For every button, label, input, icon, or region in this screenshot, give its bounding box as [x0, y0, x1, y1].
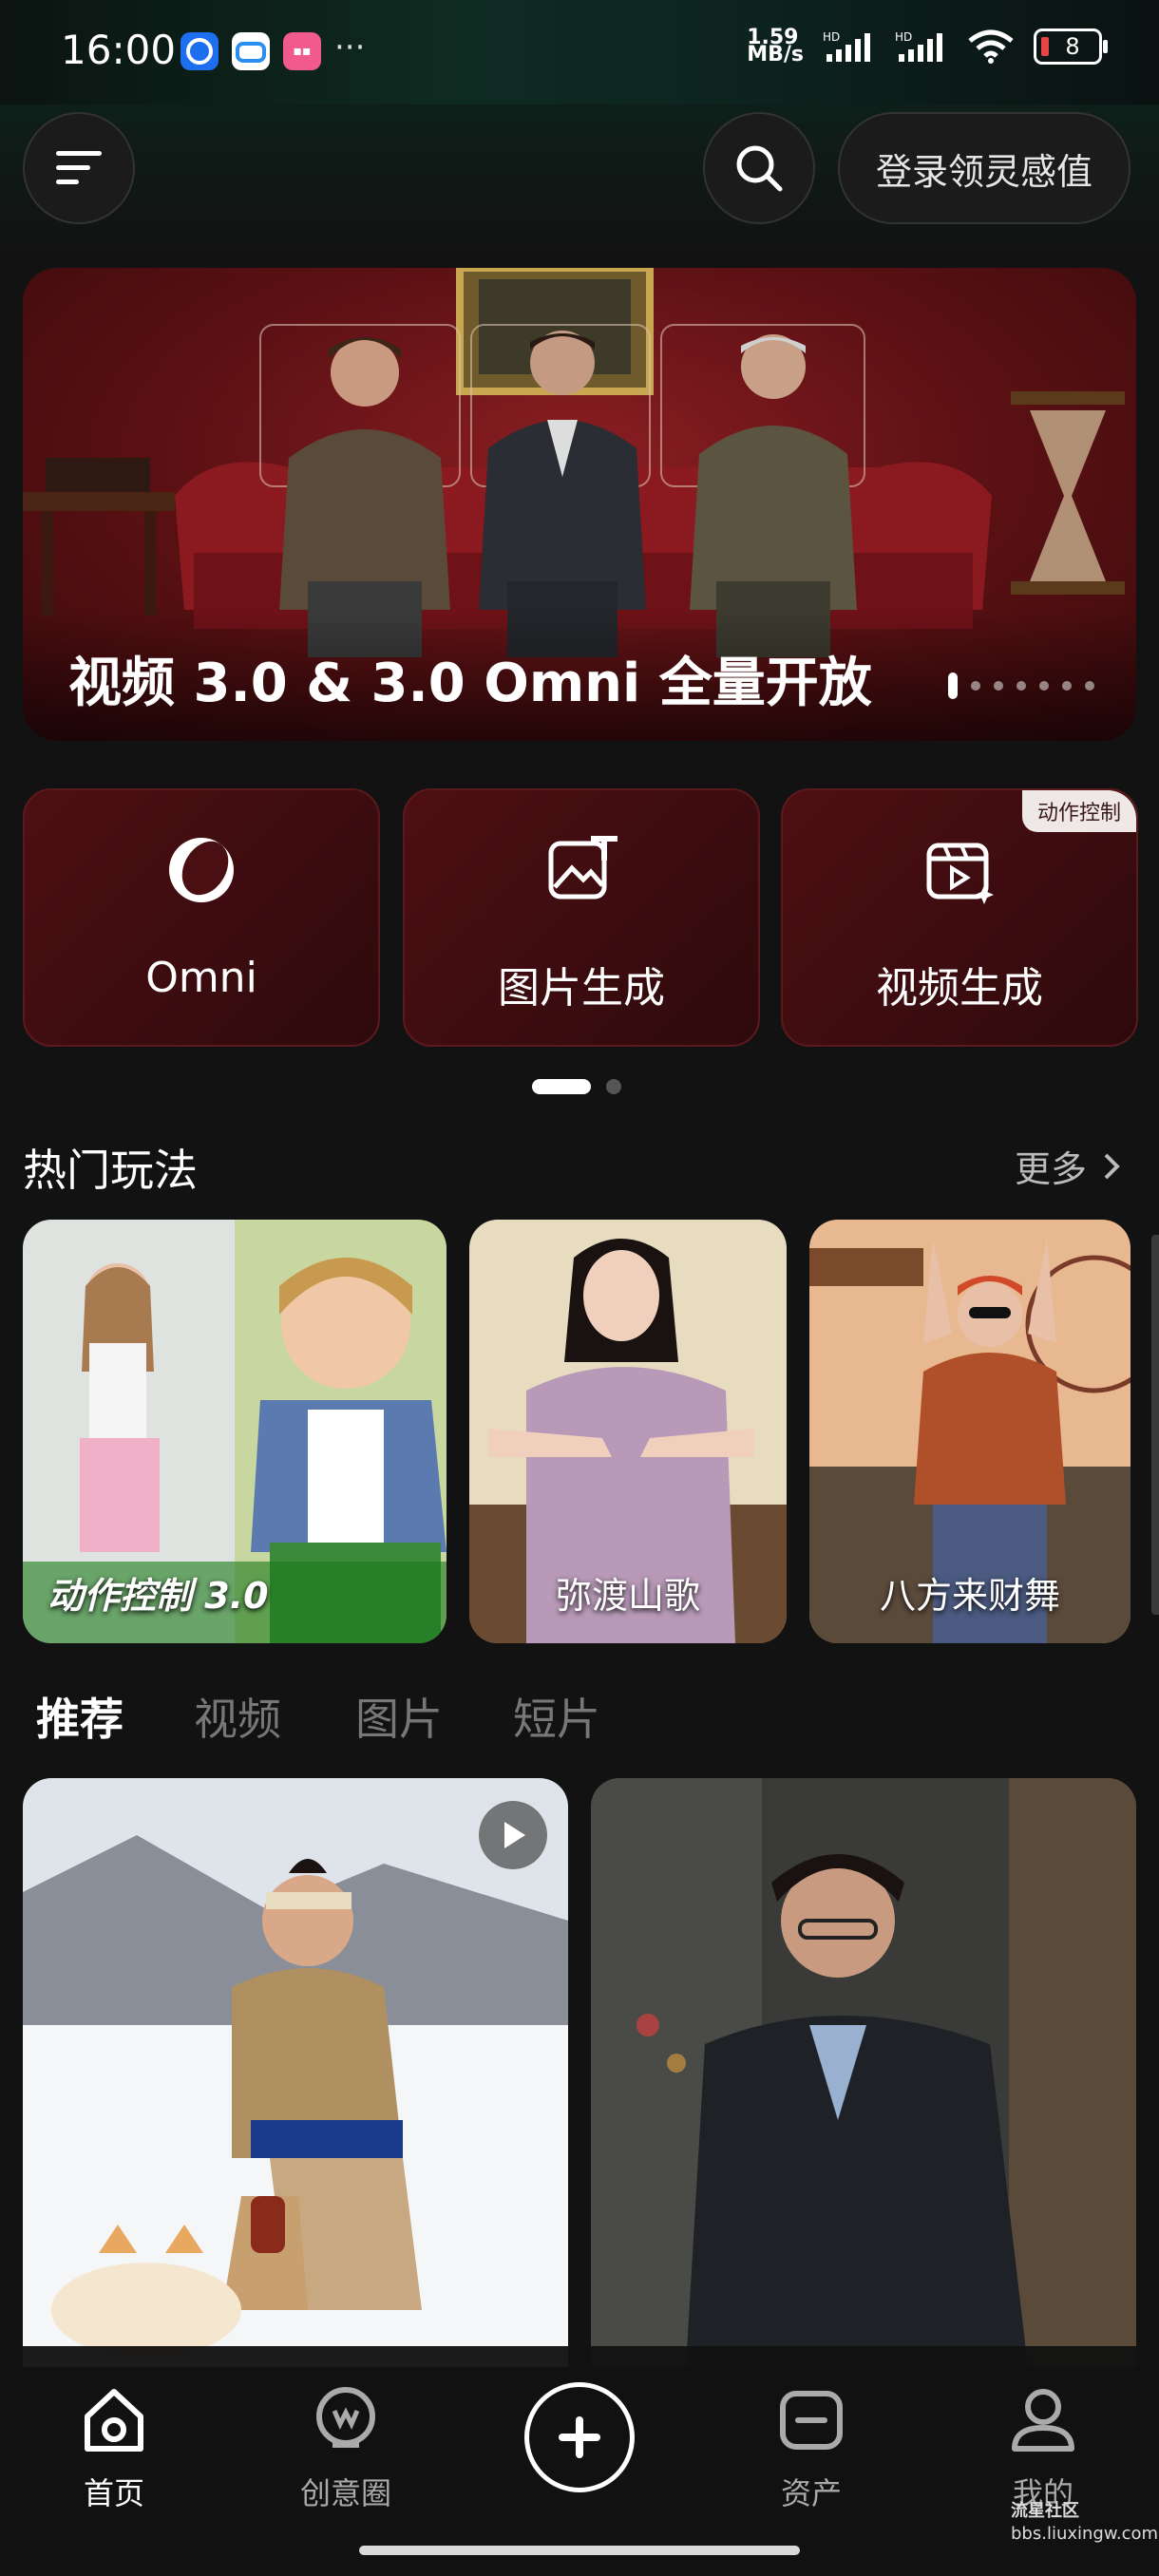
hot-item-label: 弥渡山歌: [555, 1575, 700, 1617]
play-video-button[interactable]: [479, 1801, 547, 1869]
login-button[interactable]: 登录领灵感值: [838, 112, 1130, 224]
nav-home[interactable]: 首页: [38, 2384, 190, 2513]
network-speed: 1.59 MB/s: [747, 26, 804, 66]
hot-item-fortune-dance[interactable]: 八方来财舞: [809, 1220, 1130, 1643]
hot-item-label: 八方来财舞: [879, 1575, 1060, 1617]
cards-page-dot-active: [532, 1079, 591, 1094]
omni-card[interactable]: Omni: [23, 788, 380, 1047]
nav-community-label: 创意圈: [299, 2475, 391, 2511]
wifi-icon: [968, 29, 1014, 64]
video-generate-card-label: 视频生成: [876, 964, 1043, 1013]
cards-page-dot: [606, 1079, 621, 1094]
banner-page-dot: [1016, 681, 1026, 691]
video-generate-icon: [926, 843, 994, 904]
community-icon: [316, 2387, 375, 2448]
banner-page-dot: [1039, 681, 1049, 691]
profile-icon: [1012, 2389, 1074, 2452]
more-link-label: 更多: [1014, 1148, 1087, 1190]
omni-card-label: Omni: [145, 954, 257, 1002]
signal-icon-2: HD: [895, 30, 942, 62]
tab-video[interactable]: 视频: [194, 1685, 281, 1748]
banner-pagination: [948, 672, 1094, 699]
nav-assets[interactable]: 资产: [735, 2384, 887, 2513]
status-indicators: 1.59 MB/s HD HD 8: [747, 26, 1108, 66]
search-button[interactable]: [703, 112, 815, 224]
banner-page-dot: [994, 681, 1003, 691]
hot-item-label: 动作控制 3.0: [48, 1575, 269, 1617]
nav-assets-label: 资产: [780, 2475, 842, 2511]
tab-recommend[interactable]: 推荐: [36, 1685, 124, 1748]
image-generate-icon: [548, 836, 618, 900]
cards-pagination: [532, 1079, 621, 1094]
hot-item-midu-song[interactable]: 弥渡山歌: [469, 1220, 787, 1643]
app-notification-icon-2: [232, 32, 270, 70]
menu-icon: [56, 151, 102, 184]
create-button[interactable]: [524, 2382, 635, 2492]
menu-button[interactable]: [23, 112, 135, 224]
video-generate-card[interactable]: 视频生成 动作控制: [781, 788, 1138, 1047]
home-icon: [85, 2389, 143, 2452]
banner-page-dot: [971, 681, 980, 691]
nav-profile[interactable]: 我的: [967, 2384, 1119, 2513]
banner-page-dot-active: [948, 672, 958, 699]
hot-item-motion-control[interactable]: 动作控制 3.0: [23, 1220, 446, 1643]
banner-page-dot: [1062, 681, 1072, 691]
omni-logo-icon: [169, 838, 234, 902]
nav-community[interactable]: 创意圈: [270, 2384, 422, 2513]
tab-short-film[interactable]: 短片: [513, 1685, 600, 1748]
svg-text:HD: HD: [895, 30, 912, 44]
more-link[interactable]: 更多: [1015, 1140, 1121, 1192]
feed-item-snow-cat[interactable]: [23, 1778, 568, 2367]
battery-icon: 8: [1034, 28, 1108, 65]
motion-control-badge: 动作控制: [1021, 790, 1136, 832]
tab-image[interactable]: 图片: [355, 1685, 443, 1748]
signal-icon-1: HD: [823, 30, 870, 62]
watermark: 流星社区 bbs.liuxingw.com: [1011, 2500, 1158, 2546]
image-generate-card-label: 图片生成: [498, 964, 665, 1013]
promo-banner[interactable]: 视频 3.0 & 3.0 Omni 全量开放: [23, 268, 1136, 741]
hot-item-next-peek[interactable]: [1151, 1235, 1159, 1615]
home-indicator[interactable]: [359, 2546, 800, 2555]
svg-text:HD: HD: [823, 30, 840, 44]
hot-section-title: 热门玩法: [23, 1145, 198, 1196]
image-generate-card[interactable]: 图片生成: [403, 788, 760, 1047]
more-notifications-icon: ···: [334, 28, 366, 66]
search-icon: [736, 145, 783, 192]
feed-item-image: [591, 1778, 1136, 2367]
feed-item-man-rain[interactable]: [591, 1778, 1136, 2367]
watermark-line-2: bbs.liuxingw.com: [1011, 2524, 1159, 2544]
banner-title: 视频 3.0 & 3.0 Omni 全量开放: [68, 653, 872, 714]
chevron-right-icon: [1104, 1153, 1120, 1179]
app-notification-icon-1: [180, 32, 218, 70]
app-notification-icon-3: ▪▪: [283, 32, 321, 70]
watermark-line-1: 流星社区: [1011, 2501, 1079, 2521]
battery-level: 8: [1065, 33, 1080, 60]
feed-item-image: [23, 1778, 568, 2367]
status-time: 16:00: [61, 27, 177, 73]
banner-page-dot: [1085, 681, 1094, 691]
nav-home-label: 首页: [83, 2475, 144, 2511]
play-icon: [504, 1822, 525, 1848]
folder-icon: [780, 2391, 843, 2450]
plus-circle-icon: [559, 2416, 600, 2458]
